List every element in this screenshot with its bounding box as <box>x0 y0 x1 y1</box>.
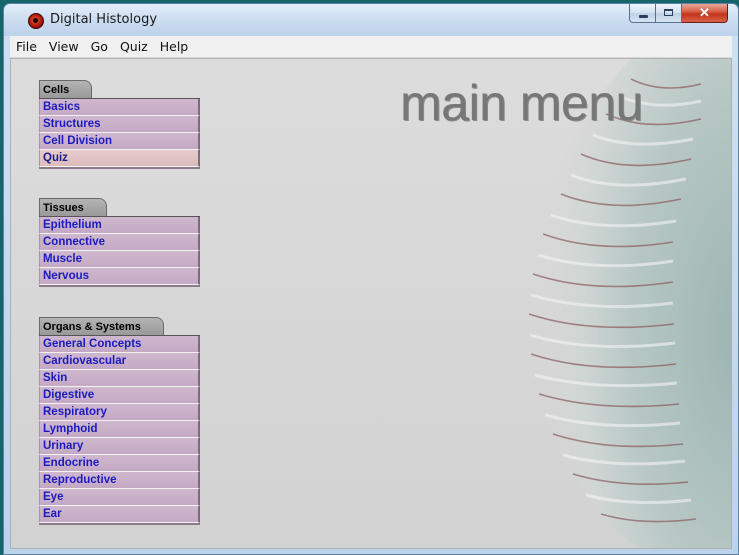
nav-cells-quiz[interactable]: Quiz <box>39 150 200 167</box>
page-title: main menu <box>400 75 643 131</box>
nav-skin[interactable]: Skin <box>39 370 200 387</box>
section-tab-organs-systems: Organs & Systems <box>39 317 164 335</box>
nav-muscle[interactable]: Muscle <box>39 251 200 268</box>
tissue-image <box>519 59 731 548</box>
list-divider <box>39 285 200 287</box>
app-window: Digital Histology ✕ File View Go Quiz He… <box>3 3 739 555</box>
nav-cardiovascular[interactable]: Cardiovascular <box>39 353 200 370</box>
nav-respiratory[interactable]: Respiratory <box>39 404 200 421</box>
section-tab-cells: Cells <box>39 80 93 98</box>
menu-view[interactable]: View <box>43 39 85 54</box>
minimize-button[interactable] <box>629 4 656 23</box>
main-content: main menu Cells Basics Structures Cell D… <box>10 58 732 549</box>
menu-go[interactable]: Go <box>85 39 114 54</box>
nav-basics[interactable]: Basics <box>39 99 200 116</box>
nav-endocrine[interactable]: Endocrine <box>39 455 200 472</box>
nav-cell-division[interactable]: Cell Division <box>39 133 200 150</box>
nav-connective[interactable]: Connective <box>39 234 200 251</box>
nav-digestive[interactable]: Digestive <box>39 387 200 404</box>
nav-nervous[interactable]: Nervous <box>39 268 200 285</box>
nav-ear[interactable]: Ear <box>39 506 200 523</box>
nav-eye[interactable]: Eye <box>39 489 200 506</box>
close-icon: ✕ <box>699 5 710 20</box>
nav-urinary[interactable]: Urinary <box>39 438 200 455</box>
close-button[interactable]: ✕ <box>682 4 728 23</box>
window-title: Digital Histology <box>50 12 158 27</box>
menu-bar: File View Go Quiz Help <box>10 36 732 58</box>
tissues-list: Epithelium Connective Muscle Nervous <box>39 216 200 287</box>
title-bar[interactable]: Digital Histology ✕ <box>4 4 738 36</box>
menu-file[interactable]: File <box>10 39 43 54</box>
section-tissues: Tissues Epithelium Connective Muscle Ner… <box>39 198 200 287</box>
app-icon <box>28 13 44 29</box>
window-controls: ✕ <box>629 4 728 24</box>
section-tab-tissues: Tissues <box>39 198 107 216</box>
section-cells: Cells Basics Structures Cell Division Qu… <box>39 80 200 169</box>
nav-lymphoid[interactable]: Lymphoid <box>39 421 200 438</box>
minimize-icon <box>639 15 648 18</box>
list-divider <box>39 167 200 169</box>
menu-quiz[interactable]: Quiz <box>114 39 154 54</box>
maximize-button[interactable] <box>656 4 682 23</box>
nav-general-concepts[interactable]: General Concepts <box>39 336 200 353</box>
nav-structures[interactable]: Structures <box>39 116 200 133</box>
cells-list: Basics Structures Cell Division Quiz <box>39 98 200 169</box>
section-organs-systems: Organs & Systems General Concepts Cardio… <box>39 317 200 525</box>
menu-help[interactable]: Help <box>154 39 195 54</box>
list-divider <box>39 523 200 525</box>
nav-reproductive[interactable]: Reproductive <box>39 472 200 489</box>
maximize-icon <box>664 9 673 16</box>
nav-epithelium[interactable]: Epithelium <box>39 217 200 234</box>
organs-list: General Concepts Cardiovascular Skin Dig… <box>39 335 200 525</box>
